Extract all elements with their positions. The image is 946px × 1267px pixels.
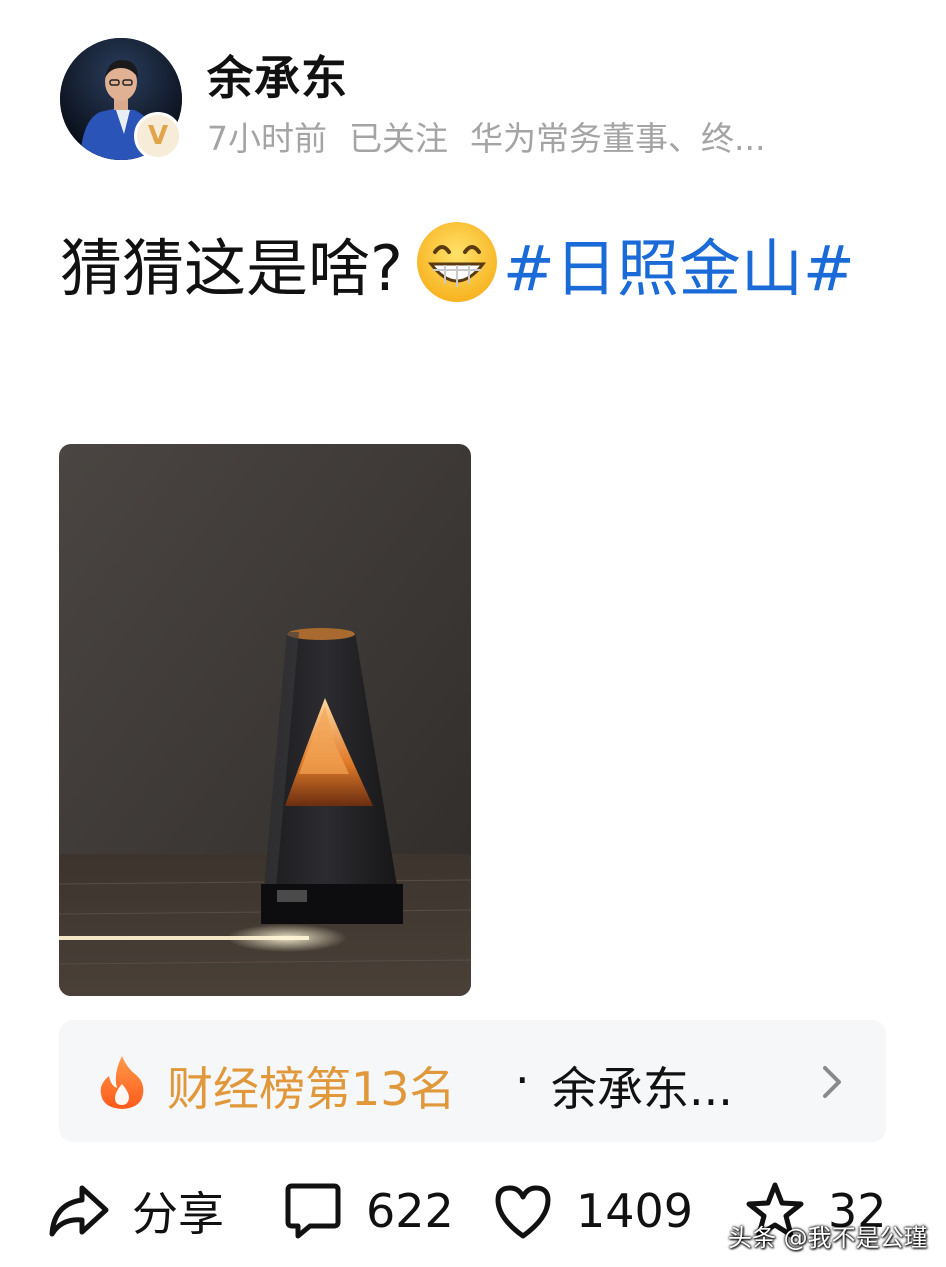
post-image[interactable] [59, 444, 471, 996]
heart-icon [495, 1185, 551, 1239]
watermark: 头条 @我不是公瑾 [728, 1224, 928, 1252]
like-button[interactable]: 1409 [492, 1176, 693, 1246]
comment-button[interactable]: 622 [282, 1176, 454, 1246]
share-button[interactable]: 分享 [48, 1176, 224, 1246]
share-label: 分享 [132, 1187, 224, 1241]
author-bio: 华为常务董事、终... [470, 119, 766, 158]
chevron-right-icon [823, 1066, 841, 1098]
grinning-face-icon [416, 222, 497, 302]
author-name[interactable]: 余承东 [207, 42, 348, 108]
post-time: 7小时前 [207, 119, 327, 158]
hot-rank: 财经榜第13名 [167, 1062, 456, 1116]
follow-status[interactable]: 已关注 [349, 119, 448, 158]
hot-list-banner[interactable]: 财经榜第13名 · 余承东... [59, 1020, 886, 1142]
comment-count: 622 [366, 1184, 454, 1238]
post-meta: 7小时前 已关注 华为常务董事、终... [207, 112, 847, 160]
verified-badge-icon: V [134, 112, 182, 160]
share-icon [49, 1185, 109, 1237]
hot-separator: · [515, 1053, 530, 1107]
hot-topic: 余承东... [551, 1062, 733, 1116]
post-body: 猜猜这是啥? #日照金山# [60, 212, 860, 326]
hashtag-link[interactable]: #日照金山# [503, 232, 855, 305]
comment-icon [285, 1183, 341, 1239]
like-count: 1409 [576, 1184, 694, 1238]
fire-icon [100, 1056, 144, 1109]
post-text: 猜猜这是啥? [60, 232, 403, 305]
